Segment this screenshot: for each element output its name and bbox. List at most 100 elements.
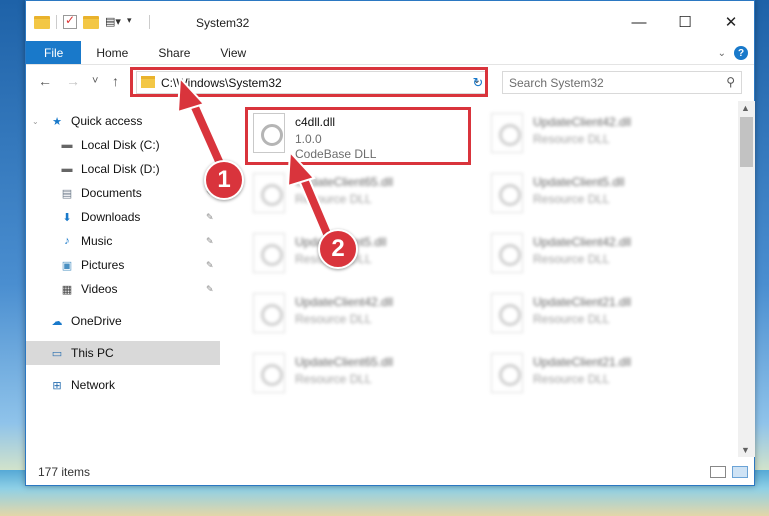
window-title: System32 — [196, 16, 250, 30]
search-icon[interactable]: ⚲ — [726, 75, 735, 89]
step-badge-2: 2 — [318, 229, 358, 269]
close-button[interactable]: ✕ — [708, 9, 754, 35]
file-item[interactable]: UpdateClient5.dll Resource DLL — [483, 167, 703, 225]
status-bar: 177 items — [26, 459, 754, 485]
file-type: Resource DLL — [533, 372, 610, 386]
sidebar-item-local-disk-c[interactable]: ▬ Local Disk (C:) ✎ — [26, 133, 220, 157]
tab-share[interactable]: Share — [143, 41, 205, 64]
address-highlight-box — [130, 67, 488, 97]
sidebar-item-label: This PC — [71, 346, 114, 360]
dll-file-icon — [491, 293, 523, 333]
sidebar-item-label: Quick access — [71, 114, 143, 128]
folder-icon — [34, 15, 50, 29]
customize-toolbar-icon[interactable]: ▤▾ — [105, 15, 121, 29]
file-name: UpdateClient5.dll — [533, 175, 625, 189]
dll-file-icon — [491, 113, 523, 153]
sidebar-item-label: Music — [81, 234, 113, 248]
pin-icon: ✎ — [206, 139, 214, 150]
sidebar-item-this-pc[interactable]: ▭ This PC — [26, 341, 220, 365]
pin-icon: ✎ — [206, 283, 214, 294]
search-input[interactable]: Search System32 ⚲ — [502, 71, 742, 94]
expand-icon[interactable]: ⌄ — [32, 117, 39, 126]
dll-file-icon — [253, 353, 285, 393]
back-icon[interactable]: ← — [38, 73, 52, 89]
sidebar-item-documents[interactable]: ▤ Documents ✎ — [26, 181, 220, 205]
document-icon: ▤ — [61, 187, 73, 200]
details-view-icon[interactable] — [710, 466, 726, 478]
file-type: Resource DLL — [533, 192, 610, 206]
toolbar-divider — [56, 15, 57, 29]
sidebar-item-label: Pictures — [81, 258, 125, 272]
properties-icon[interactable] — [63, 13, 77, 29]
file-name: UpdateClient42.dll — [533, 115, 632, 129]
dll-file-icon — [253, 233, 285, 273]
sidebar-item-pictures[interactable]: ▣ Pictures ✎ — [26, 253, 220, 277]
file-item[interactable]: UpdateClient65.dll Resource DLL — [245, 347, 465, 405]
file-type: Resource DLL — [295, 312, 372, 326]
sidebar-item-music[interactable]: ♪ Music ✎ — [26, 229, 220, 253]
file-list: c4dll.dll 1.0.0 CodeBase DLL UpdateClien… — [223, 101, 738, 457]
dll-file-icon — [253, 293, 285, 333]
file-type: Resource DLL — [533, 132, 610, 146]
sidebar-item-quick-access[interactable]: ⌄ ★ Quick access — [26, 109, 220, 133]
file-type: Resource DLL — [295, 192, 372, 206]
computer-icon: ▭ — [51, 347, 63, 360]
dll-file-icon — [491, 353, 523, 393]
sidebar-item-label: Local Disk (C:) — [81, 138, 160, 152]
minimize-button[interactable]: — — [616, 9, 662, 35]
video-icon: ▦ — [61, 283, 73, 296]
music-icon: ♪ — [64, 235, 70, 247]
sidebar-item-local-disk-d[interactable]: ▬ Local Disk (D:) — [26, 157, 220, 181]
sidebar-item-onedrive[interactable]: ☁ OneDrive — [26, 309, 220, 333]
tab-file[interactable]: File — [26, 41, 82, 64]
file-item[interactable]: UpdateClient21.dll Resource DLL — [483, 287, 703, 345]
dll-file-icon — [491, 173, 523, 213]
file-type: Resource DLL — [533, 252, 610, 266]
title-bar: ▤▾ ▾ System32 — ☐ ✕ — [26, 1, 754, 41]
new-folder-icon[interactable] — [83, 15, 99, 29]
scroll-up-icon[interactable]: ▲ — [741, 103, 750, 113]
toolbar-dropdown-icon[interactable]: ▾ — [127, 15, 143, 29]
item-count: 177 items — [38, 465, 91, 479]
pin-icon: ✎ — [206, 235, 214, 246]
sidebar-item-videos[interactable]: ▦ Videos ✎ — [26, 277, 220, 301]
file-item[interactable]: UpdateClient42.dll Resource DLL — [483, 107, 703, 165]
pictures-icon: ▣ — [61, 259, 73, 272]
sidebar-item-downloads[interactable]: ⬇ Downloads ✎ — [26, 205, 220, 229]
download-icon: ⬇ — [62, 211, 72, 224]
maximize-button[interactable]: ☐ — [662, 9, 708, 35]
file-item[interactable]: UpdateClient65.dll Resource DLL — [245, 167, 465, 225]
step-badge-1: 1 — [204, 160, 244, 200]
vertical-scrollbar[interactable]: ▲ ▼ — [738, 101, 755, 457]
file-item[interactable]: UpdateClient21.dll Resource DLL — [483, 347, 703, 405]
file-name: UpdateClient21.dll — [533, 355, 632, 369]
sidebar-item-label: Documents — [81, 186, 142, 200]
scroll-down-icon[interactable]: ▼ — [741, 445, 750, 455]
sidebar-item-label: Network — [71, 378, 116, 392]
cloud-icon: ☁ — [51, 315, 63, 328]
tab-view[interactable]: View — [205, 41, 261, 64]
expand-ribbon-icon[interactable]: ⌄ — [718, 48, 726, 59]
file-name: UpdateClient21.dll — [533, 295, 632, 309]
file-item[interactable]: UpdateClient42.dll Resource DLL — [245, 287, 465, 345]
search-placeholder: Search System32 — [509, 76, 604, 90]
sidebar-item-label: Local Disk (D:) — [81, 162, 160, 176]
dll-file-icon — [253, 173, 285, 213]
file-explorer-window: ▤▾ ▾ System32 — ☐ ✕ File Home Share View… — [25, 0, 755, 486]
drive-icon: ▬ — [61, 139, 73, 151]
tab-home[interactable]: Home — [81, 41, 143, 64]
up-icon[interactable]: ↑ — [112, 73, 119, 89]
recent-locations-icon[interactable]: ˅ — [92, 75, 98, 87]
large-icons-view-icon[interactable] — [732, 466, 748, 478]
navigation-bar: ← → ˅ ↑ C:\Windows\System32 ⌄ ↻ Search S… — [26, 65, 754, 101]
sidebar-item-label: Videos — [81, 282, 118, 296]
file-name: UpdateClient42.dll — [533, 235, 632, 249]
file-highlight-box — [245, 107, 471, 165]
sidebar-item-network[interactable]: ⊞ Network — [26, 373, 220, 397]
scrollbar-thumb[interactable] — [740, 117, 753, 167]
forward-icon[interactable]: → — [66, 73, 80, 89]
file-item[interactable]: UpdateClient42.dll Resource DLL — [483, 227, 703, 285]
dll-file-icon — [491, 233, 523, 273]
star-icon: ★ — [52, 115, 62, 128]
help-icon[interactable]: ? — [734, 46, 748, 60]
